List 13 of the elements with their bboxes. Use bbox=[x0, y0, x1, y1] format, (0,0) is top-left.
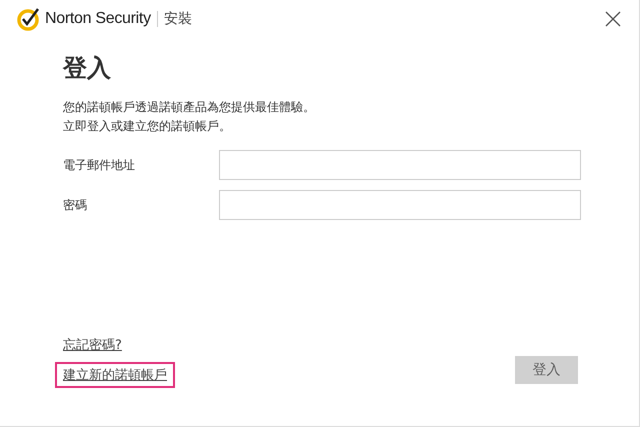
page-title: 登入 bbox=[63, 53, 112, 84]
text-link[interactable]: 忘記密碼? bbox=[55, 332, 130, 358]
checkmark-logo-icon bbox=[17, 7, 41, 31]
input-field[interactable] bbox=[218, 190, 581, 220]
text-link[interactable]: 建立新的諾頓帳戶 bbox=[55, 362, 175, 388]
section-title: 安裝 bbox=[164, 10, 192, 28]
intro-text: 您的諾頓帳戶透過諾頓產品為您提供最佳體驗。 bbox=[63, 99, 316, 116]
close-icon[interactable] bbox=[605, 11, 621, 27]
intro-text: 立即登入或建立您的諾頓帳戶。 bbox=[63, 118, 232, 135]
field-label: 密碼 bbox=[63, 196, 88, 214]
input-field[interactable] bbox=[218, 150, 581, 180]
brand-name: Norton Security bbox=[45, 10, 151, 28]
field-label: 電子郵件地址 bbox=[63, 156, 136, 174]
